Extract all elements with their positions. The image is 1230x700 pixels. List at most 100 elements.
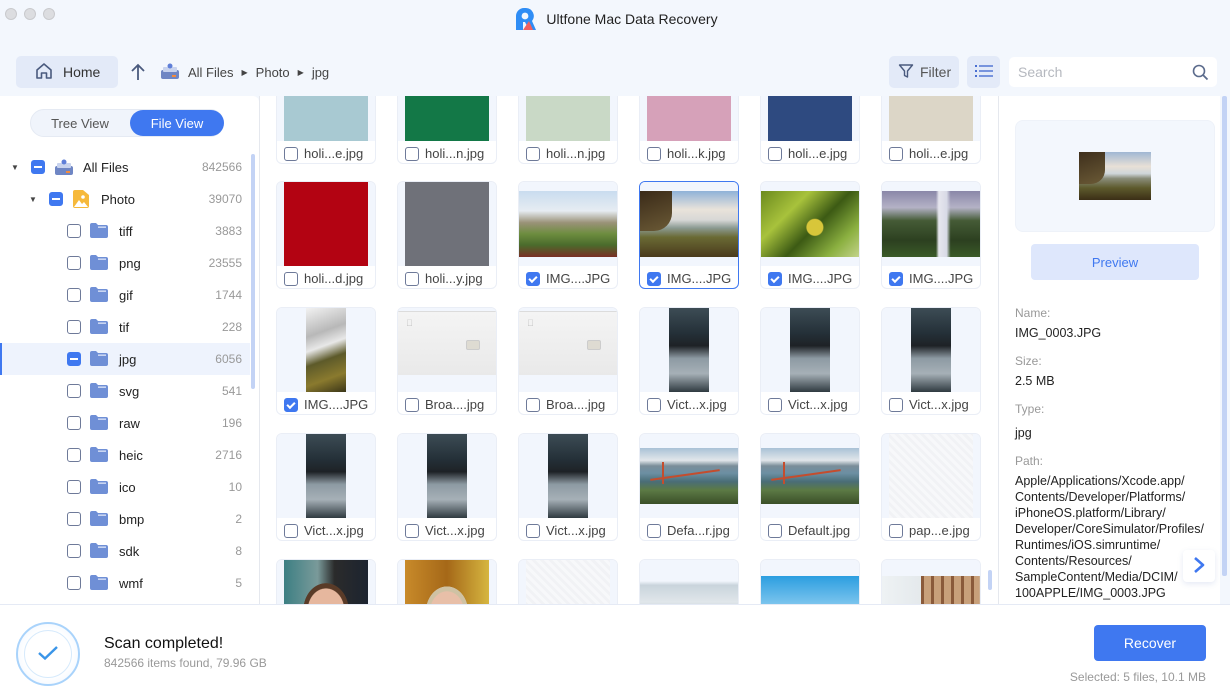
- file-card[interactable]: holi...d.jpg: [276, 181, 376, 289]
- file-card[interactable]: Vict...x.jpg: [518, 433, 618, 541]
- file-checkbox[interactable]: [526, 147, 540, 161]
- file-checkbox[interactable]: [284, 272, 298, 286]
- file-card[interactable]:  Broa....jpg: [397, 307, 497, 415]
- expand-arrow-icon[interactable]: ▼: [11, 163, 19, 172]
- file-card[interactable]: holi...k.jpg: [639, 96, 739, 164]
- file-card[interactable]: holi...n.jpg: [397, 96, 497, 164]
- tree-checkbox[interactable]: [67, 288, 81, 302]
- detail-scrollbar[interactable]: [1222, 96, 1227, 576]
- tree-checkbox[interactable]: [67, 448, 81, 462]
- file-card[interactable]: Default.jpg: [760, 433, 860, 541]
- file-checkbox[interactable]: [284, 147, 298, 161]
- tree-checkbox[interactable]: [67, 544, 81, 558]
- tree-checkbox[interactable]: [67, 224, 81, 238]
- tab-file-view[interactable]: File View: [130, 110, 224, 136]
- file-card[interactable]: holi...e.jpg: [881, 96, 981, 164]
- tree-checkbox[interactable]: [67, 576, 81, 590]
- file-checkbox[interactable]: [768, 524, 782, 538]
- tree-item-gif[interactable]: gif 1744: [0, 279, 250, 311]
- file-card[interactable]: IMG....JPG: [276, 307, 376, 415]
- tree-item-ico[interactable]: ico 10: [0, 471, 250, 503]
- file-checkbox[interactable]: [768, 147, 782, 161]
- tree-checkbox[interactable]: [67, 416, 81, 430]
- recover-button[interactable]: Recover: [1094, 625, 1206, 661]
- search-input[interactable]: [1009, 57, 1179, 87]
- file-card[interactable]: IMG....JPG: [760, 181, 860, 289]
- tree-checkbox[interactable]: [67, 256, 81, 270]
- tree-item-photo[interactable]: ▼ Photo 39070: [0, 183, 250, 215]
- file-checkbox[interactable]: [405, 147, 419, 161]
- file-checkbox[interactable]: [284, 398, 298, 412]
- home-button[interactable]: Home: [16, 56, 118, 88]
- file-checkbox[interactable]: [405, 524, 419, 538]
- preview-button[interactable]: Preview: [1031, 244, 1199, 280]
- file-checkbox[interactable]: [526, 524, 540, 538]
- tree-checkbox[interactable]: [67, 384, 81, 398]
- tree-checkbox[interactable]: [67, 320, 81, 334]
- search-icon[interactable]: [1192, 64, 1209, 84]
- tree-checkbox[interactable]: [67, 512, 81, 526]
- file-checkbox[interactable]: [889, 147, 903, 161]
- file-checkbox[interactable]: [526, 272, 540, 286]
- file-card[interactable]: Vict...x.jpg: [276, 433, 376, 541]
- tree-item-jpg[interactable]: jpg 6056: [0, 343, 250, 375]
- breadcrumb-item-all-files[interactable]: All Files: [188, 65, 234, 80]
- tab-tree-view[interactable]: Tree View: [31, 110, 129, 136]
- grid-scrollbar[interactable]: [988, 570, 992, 590]
- file-card[interactable]: [639, 559, 739, 604]
- navigate-up-button[interactable]: [130, 62, 146, 82]
- tree-checkbox[interactable]: [49, 192, 63, 206]
- file-checkbox[interactable]: [889, 524, 903, 538]
- breadcrumb-item-photo[interactable]: Photo: [256, 65, 290, 80]
- file-card[interactable]: holi...n.jpg: [518, 96, 618, 164]
- file-checkbox[interactable]: [889, 272, 903, 286]
- file-card[interactable]: [276, 559, 376, 604]
- file-card[interactable]: Vict...x.jpg: [760, 307, 860, 415]
- file-card[interactable]:  Broa....jpg: [518, 307, 618, 415]
- file-card[interactable]: Vict...x.jpg: [881, 307, 981, 415]
- file-card[interactable]: [881, 559, 981, 604]
- tree-item-all-files[interactable]: ▼ All Files 842566: [0, 151, 250, 183]
- file-checkbox[interactable]: [284, 524, 298, 538]
- file-checkbox[interactable]: [647, 524, 661, 538]
- file-card[interactable]: holi...e.jpg: [276, 96, 376, 164]
- file-card[interactable]: [760, 559, 860, 604]
- next-file-button[interactable]: [1183, 550, 1215, 582]
- file-card[interactable]: [518, 559, 618, 604]
- file-card[interactable]: holi...y.jpg: [397, 181, 497, 289]
- expand-arrow-icon[interactable]: ▼: [29, 195, 37, 204]
- file-checkbox[interactable]: [647, 147, 661, 161]
- file-checkbox[interactable]: [889, 398, 903, 412]
- file-card[interactable]: IMG....JPG: [518, 181, 618, 289]
- breadcrumb-item-jpg[interactable]: jpg: [312, 65, 329, 80]
- list-view-button[interactable]: [967, 56, 1000, 88]
- tree-item-wmf[interactable]: wmf 5: [0, 567, 250, 599]
- tree-checkbox[interactable]: [67, 480, 81, 494]
- tree-checkbox[interactable]: [31, 160, 45, 174]
- tree-item-sdk[interactable]: sdk 8: [0, 535, 250, 567]
- file-card[interactable]: Defa...r.jpg: [639, 433, 739, 541]
- file-checkbox[interactable]: [526, 398, 540, 412]
- file-checkbox[interactable]: [768, 272, 782, 286]
- file-card[interactable]: Vict...x.jpg: [639, 307, 739, 415]
- file-checkbox[interactable]: [768, 398, 782, 412]
- tree-item-heic[interactable]: heic 2716: [0, 439, 250, 471]
- file-checkbox[interactable]: [647, 398, 661, 412]
- tree-item-png[interactable]: png 23555: [0, 247, 250, 279]
- file-card[interactable]: pap...e.jpg: [881, 433, 981, 541]
- file-checkbox[interactable]: [647, 272, 661, 286]
- file-card[interactable]: [397, 559, 497, 604]
- file-card[interactable]: Vict...x.jpg: [397, 433, 497, 541]
- tree-item-tiff[interactable]: tiff 3883: [0, 215, 250, 247]
- tree-item-raw[interactable]: raw 196: [0, 407, 250, 439]
- filter-button[interactable]: Filter: [889, 56, 959, 88]
- sidebar-scrollbar[interactable]: [251, 154, 255, 389]
- tree-item-bmp[interactable]: bmp 2: [0, 503, 250, 535]
- tree-checkbox[interactable]: [67, 352, 81, 366]
- file-card[interactable]: IMG....JPG: [881, 181, 981, 289]
- file-card[interactable]: holi...e.jpg: [760, 96, 860, 164]
- file-checkbox[interactable]: [405, 272, 419, 286]
- file-card[interactable]: IMG....JPG: [639, 181, 739, 289]
- tree-item-tif[interactable]: tif 228: [0, 311, 250, 343]
- file-checkbox[interactable]: [405, 398, 419, 412]
